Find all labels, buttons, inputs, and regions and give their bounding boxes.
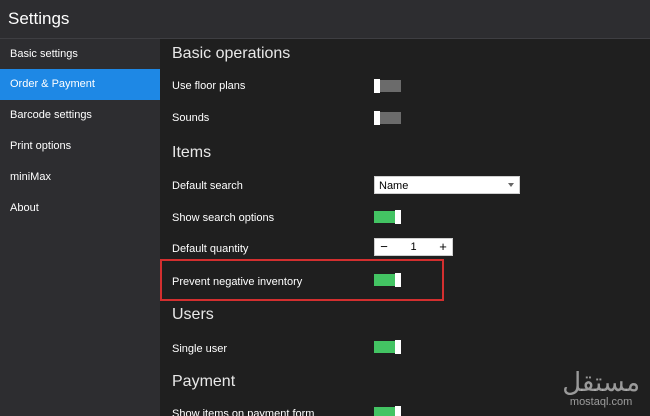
sidebar-item-barcode-settings[interactable]: Barcode settings	[0, 100, 160, 131]
watermark-arabic: مستقل	[562, 368, 640, 398]
show-items-on-payment-form-label: Show items on payment form	[172, 408, 315, 416]
toggle-knob	[395, 340, 401, 354]
single-user-label: Single user	[172, 343, 228, 355]
sidebar-item-minimax[interactable]: miniMax	[0, 162, 160, 193]
default-quantity-label: Default quantity	[172, 243, 249, 255]
single-user-toggle[interactable]	[374, 340, 401, 354]
chevron-down-icon	[508, 183, 514, 187]
use-floor-plans-label: Use floor plans	[172, 80, 246, 92]
sidebar-item-about[interactable]: About	[0, 193, 160, 224]
show-search-options-toggle[interactable]	[374, 210, 401, 224]
default-quantity-stepper[interactable]: − 1 +	[374, 238, 453, 256]
toggle-knob	[374, 79, 380, 93]
minus-icon[interactable]: −	[376, 239, 392, 255]
plus-icon[interactable]: +	[435, 239, 451, 255]
section-title-payment: Payment	[172, 373, 236, 390]
sidebar-item-print-options[interactable]: Print options	[0, 131, 160, 162]
watermark-latin: mostaql.com	[569, 396, 633, 408]
default-quantity-value[interactable]: 1	[395, 239, 432, 255]
sounds-label: Sounds	[172, 112, 210, 124]
show-items-on-payment-form-toggle[interactable]	[374, 406, 401, 416]
watermark-logo: مستقل mostaql.com	[562, 370, 640, 408]
sounds-toggle[interactable]	[374, 111, 401, 125]
section-title-basic-operations: Basic operations	[172, 45, 291, 62]
section-title-users: Users	[172, 306, 214, 323]
sidebar: Basic settings Order & Payment Barcode s…	[0, 39, 167, 416]
window-title: Settings	[8, 9, 70, 28]
default-search-value: Name	[379, 180, 409, 192]
highlight-box	[160, 259, 444, 301]
default-search-label: Default search	[172, 180, 243, 192]
section-title-items: Items	[172, 144, 212, 161]
settings-panel: Basic operations Use floor plans Sounds …	[160, 39, 650, 416]
sidebar-item-basic-settings[interactable]: Basic settings	[0, 39, 160, 70]
toggle-knob	[395, 210, 401, 224]
show-search-options-label: Show search options	[172, 212, 275, 224]
use-floor-plans-toggle[interactable]	[374, 79, 401, 93]
title-bar: Settings	[0, 0, 650, 39]
default-search-select[interactable]: Name	[374, 176, 520, 194]
sidebar-item-order-payment[interactable]: Order & Payment	[0, 69, 167, 100]
toggle-knob	[395, 406, 401, 416]
toggle-knob	[374, 111, 380, 125]
